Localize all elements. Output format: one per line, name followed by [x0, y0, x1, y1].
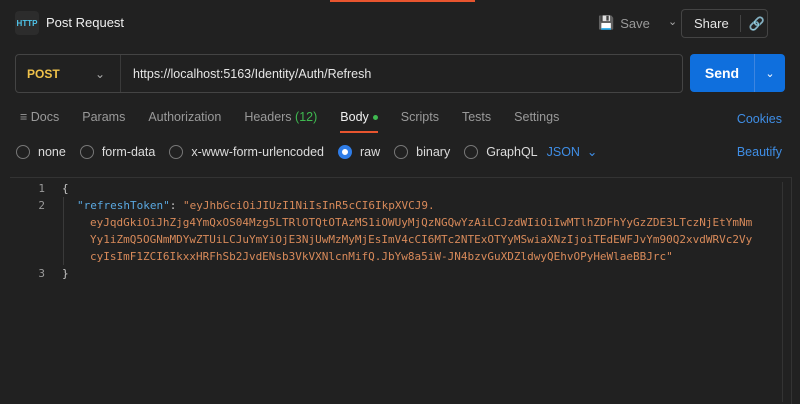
radio-raw[interactable]: raw [338, 144, 380, 159]
close-brace: } [62, 267, 69, 280]
scrollbar[interactable] [782, 182, 783, 402]
tab-docs[interactable]: ≡ Docs [20, 110, 59, 132]
share-group: Share 🔗 [681, 9, 768, 38]
json-key: "refreshToken" [77, 199, 170, 212]
json-value-wrap: Yy1iZmQ5OGNmMDYwZTUiLCJuYmYiOjE3NjUwMzMy… [90, 233, 753, 246]
body-editor[interactable]: 1 2 3 { "refreshToken": "eyJhbGciOiJIUzI… [10, 177, 792, 404]
line-number: 1 [38, 182, 45, 195]
radio-none[interactable]: none [16, 144, 66, 159]
docs-icon: ≡ [20, 110, 31, 124]
save-button[interactable]: 💾 Save [598, 15, 650, 31]
tab-body[interactable]: Body [340, 110, 378, 133]
json-value-wrap: cyIsImF1ZCI6IkxxHRFhSb2JvdENsb3VkVXNlcnM… [90, 250, 673, 263]
body-type-options: none form-data x-www-form-urlencoded raw… [16, 144, 611, 159]
tab-authorization[interactable]: Authorization [148, 110, 221, 132]
json-value: "eyJhbGciOiJIUzI1NiIsInR5cCI6IkpXVCJ9. [182, 199, 435, 212]
chevron-down-icon: ⌄ [94, 66, 105, 81]
radio-form-data[interactable]: form-data [79, 144, 155, 159]
share-button[interactable]: Share [682, 15, 741, 32]
headers-count: (12) [295, 110, 318, 124]
line-number: 3 [38, 267, 45, 280]
cookies-link[interactable]: Cookies [737, 112, 782, 126]
send-button[interactable]: Send [690, 54, 755, 92]
http-icon: HTTP [15, 11, 39, 35]
save-options-chevron-down-icon[interactable]: ⌄ [668, 15, 677, 28]
beautify-button[interactable]: Beautify [737, 145, 782, 159]
radio-graphql[interactable]: GraphQL [464, 144, 538, 159]
line-number: 2 [38, 199, 45, 212]
method-select[interactable]: POST ⌄ [16, 55, 121, 92]
indent-guide [63, 197, 64, 265]
open-brace: { [62, 182, 69, 195]
link-icon[interactable]: 🔗 [741, 16, 765, 32]
radio-binary[interactable]: binary [394, 144, 450, 159]
request-tabs: ≡ Docs Params Authorization Headers (12)… [20, 110, 582, 133]
send-options-chevron-down-icon[interactable]: ⌄ [755, 67, 785, 80]
send-button-group: Send ⌄ [690, 54, 785, 92]
url-input[interactable]: https://localhost:5163/Identity/Auth/Ref… [121, 67, 371, 81]
tab-tests[interactable]: Tests [462, 110, 491, 132]
url-bar: POST ⌄ https://localhost:5163/Identity/Au… [15, 54, 683, 93]
chevron-down-icon: ⌄ [586, 145, 598, 159]
tab-params[interactable]: Params [82, 110, 125, 132]
radio-urlencoded[interactable]: x-www-form-urlencoded [169, 144, 324, 159]
modified-dot-icon [372, 115, 378, 121]
tab-scripts[interactable]: Scripts [401, 110, 439, 132]
request-header: HTTP Post Request 💾 Save ⌄ Share 🔗 [0, 0, 800, 46]
request-title[interactable]: Post Request [46, 15, 124, 30]
tab-headers[interactable]: Headers (12) [244, 110, 317, 132]
tab-settings[interactable]: Settings [514, 110, 559, 132]
save-icon: 💾 [598, 15, 615, 30]
format-select[interactable]: JSON ⌄ [547, 144, 598, 160]
code-line: "refreshToken": "eyJhbGciOiJIUzI1NiIsInR… [77, 199, 435, 212]
json-value-wrap: eyJqdGkiOiJhZjg4YmQxOS04Mzg5LTRlOTQtOTAz… [90, 216, 753, 229]
